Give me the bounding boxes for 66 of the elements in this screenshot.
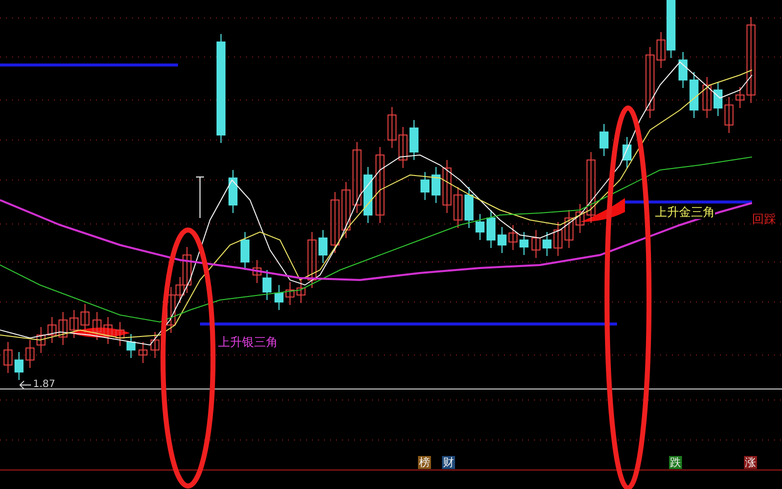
candlestick: [520, 232, 528, 256]
highlight-band: [70, 328, 130, 338]
candlestick: [48, 316, 56, 344]
candlestick: [308, 232, 316, 288]
candlestick: [690, 72, 698, 118]
candlestick: [92, 312, 102, 340]
candlestick: [736, 86, 744, 108]
candlestick: [126, 334, 136, 358]
candlestick: [352, 142, 362, 214]
candlestick: [196, 176, 204, 218]
candlestick: [330, 192, 340, 254]
candlestick: [274, 284, 284, 310]
candlestick: [342, 182, 350, 238]
candlestick: [498, 226, 506, 254]
candlestick: [576, 204, 584, 234]
candlestick: [622, 136, 632, 168]
candlestick: [646, 46, 654, 118]
candlestick: [398, 126, 408, 168]
candlestick: [150, 332, 160, 358]
candlestick: [586, 152, 596, 224]
signal-badge: 财: [442, 456, 455, 469]
candlestick: [262, 270, 272, 300]
signal-label: 上升银三角: [218, 335, 278, 349]
candlestick: [4, 342, 12, 374]
candlestick: [240, 232, 250, 270]
candlestick: [542, 232, 552, 256]
candlestick: [554, 222, 562, 256]
candlestick: [388, 106, 396, 148]
candlestick: [318, 230, 328, 264]
candlestick: [104, 316, 112, 344]
candlestick: [564, 210, 574, 248]
candlestick: [80, 304, 90, 334]
candlestick: [116, 322, 124, 346]
candlestick: [36, 326, 46, 354]
candlestick: [476, 214, 484, 240]
candlestick: [420, 172, 430, 200]
price-label: 1.87: [33, 379, 56, 390]
signal-label: 上升金三角: [655, 205, 715, 219]
candlestick: [464, 186, 474, 228]
candlestick: [228, 170, 238, 214]
candlestick: [26, 340, 34, 368]
candlestick: [600, 124, 608, 156]
candlestick: [138, 342, 148, 364]
candlestick: [70, 310, 78, 338]
candlestick: [724, 96, 734, 134]
candlestick: [432, 166, 440, 204]
signal-label: 回踩: [752, 212, 776, 226]
candlestick: [410, 120, 418, 160]
candlestick: [364, 166, 372, 224]
candlestick: [286, 282, 294, 306]
candlestick: [678, 52, 688, 88]
candlestick: [486, 210, 496, 248]
signal-badge: 榜: [418, 456, 431, 469]
candlestick: [454, 186, 462, 228]
candlestick: [442, 160, 452, 214]
signal-badge: 涨: [744, 456, 757, 469]
candlestick: [252, 260, 262, 284]
highlight-band: [580, 198, 625, 222]
candlestick: [532, 230, 540, 258]
candlestick: [714, 82, 722, 116]
candlestick: [14, 352, 24, 380]
signal-badge: 跌: [669, 456, 682, 469]
candlestick: [702, 76, 712, 118]
candlestick: [58, 312, 68, 346]
candlestick: [508, 224, 518, 250]
candlestick: [296, 280, 306, 304]
